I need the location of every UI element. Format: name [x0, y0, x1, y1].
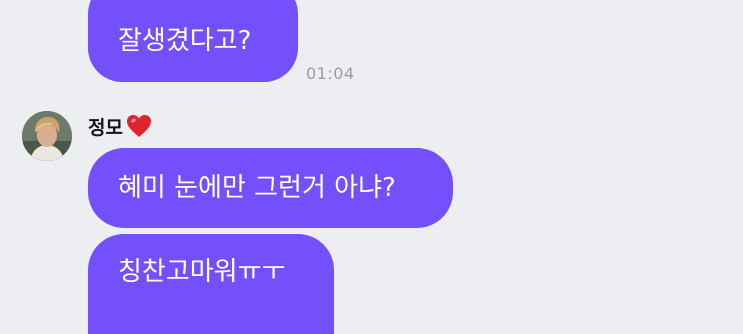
message-text: 혜미 눈에만 그런거 아냐? — [118, 173, 396, 203]
message-bubble-outgoing[interactable]: 잘생겼다고? — [88, 0, 298, 82]
sender-name: 정모 — [88, 116, 123, 139]
avatar-photo-icon — [22, 111, 72, 161]
message-bubble-incoming[interactable]: 혜미 눈에만 그런거 아냐? — [88, 148, 453, 228]
sender-avatar[interactable] — [22, 111, 72, 161]
message-bubble-incoming[interactable]: 칭찬고마워ㅠㅜ — [88, 234, 334, 334]
message-text: 칭찬고마워ㅠㅜ — [118, 257, 286, 287]
red-heart-icon — [126, 114, 152, 138]
message-text: 잘생겼다고? — [118, 26, 252, 56]
sender-header: 정모 — [88, 113, 152, 139]
message-timestamp: 01:04 — [306, 64, 355, 83]
